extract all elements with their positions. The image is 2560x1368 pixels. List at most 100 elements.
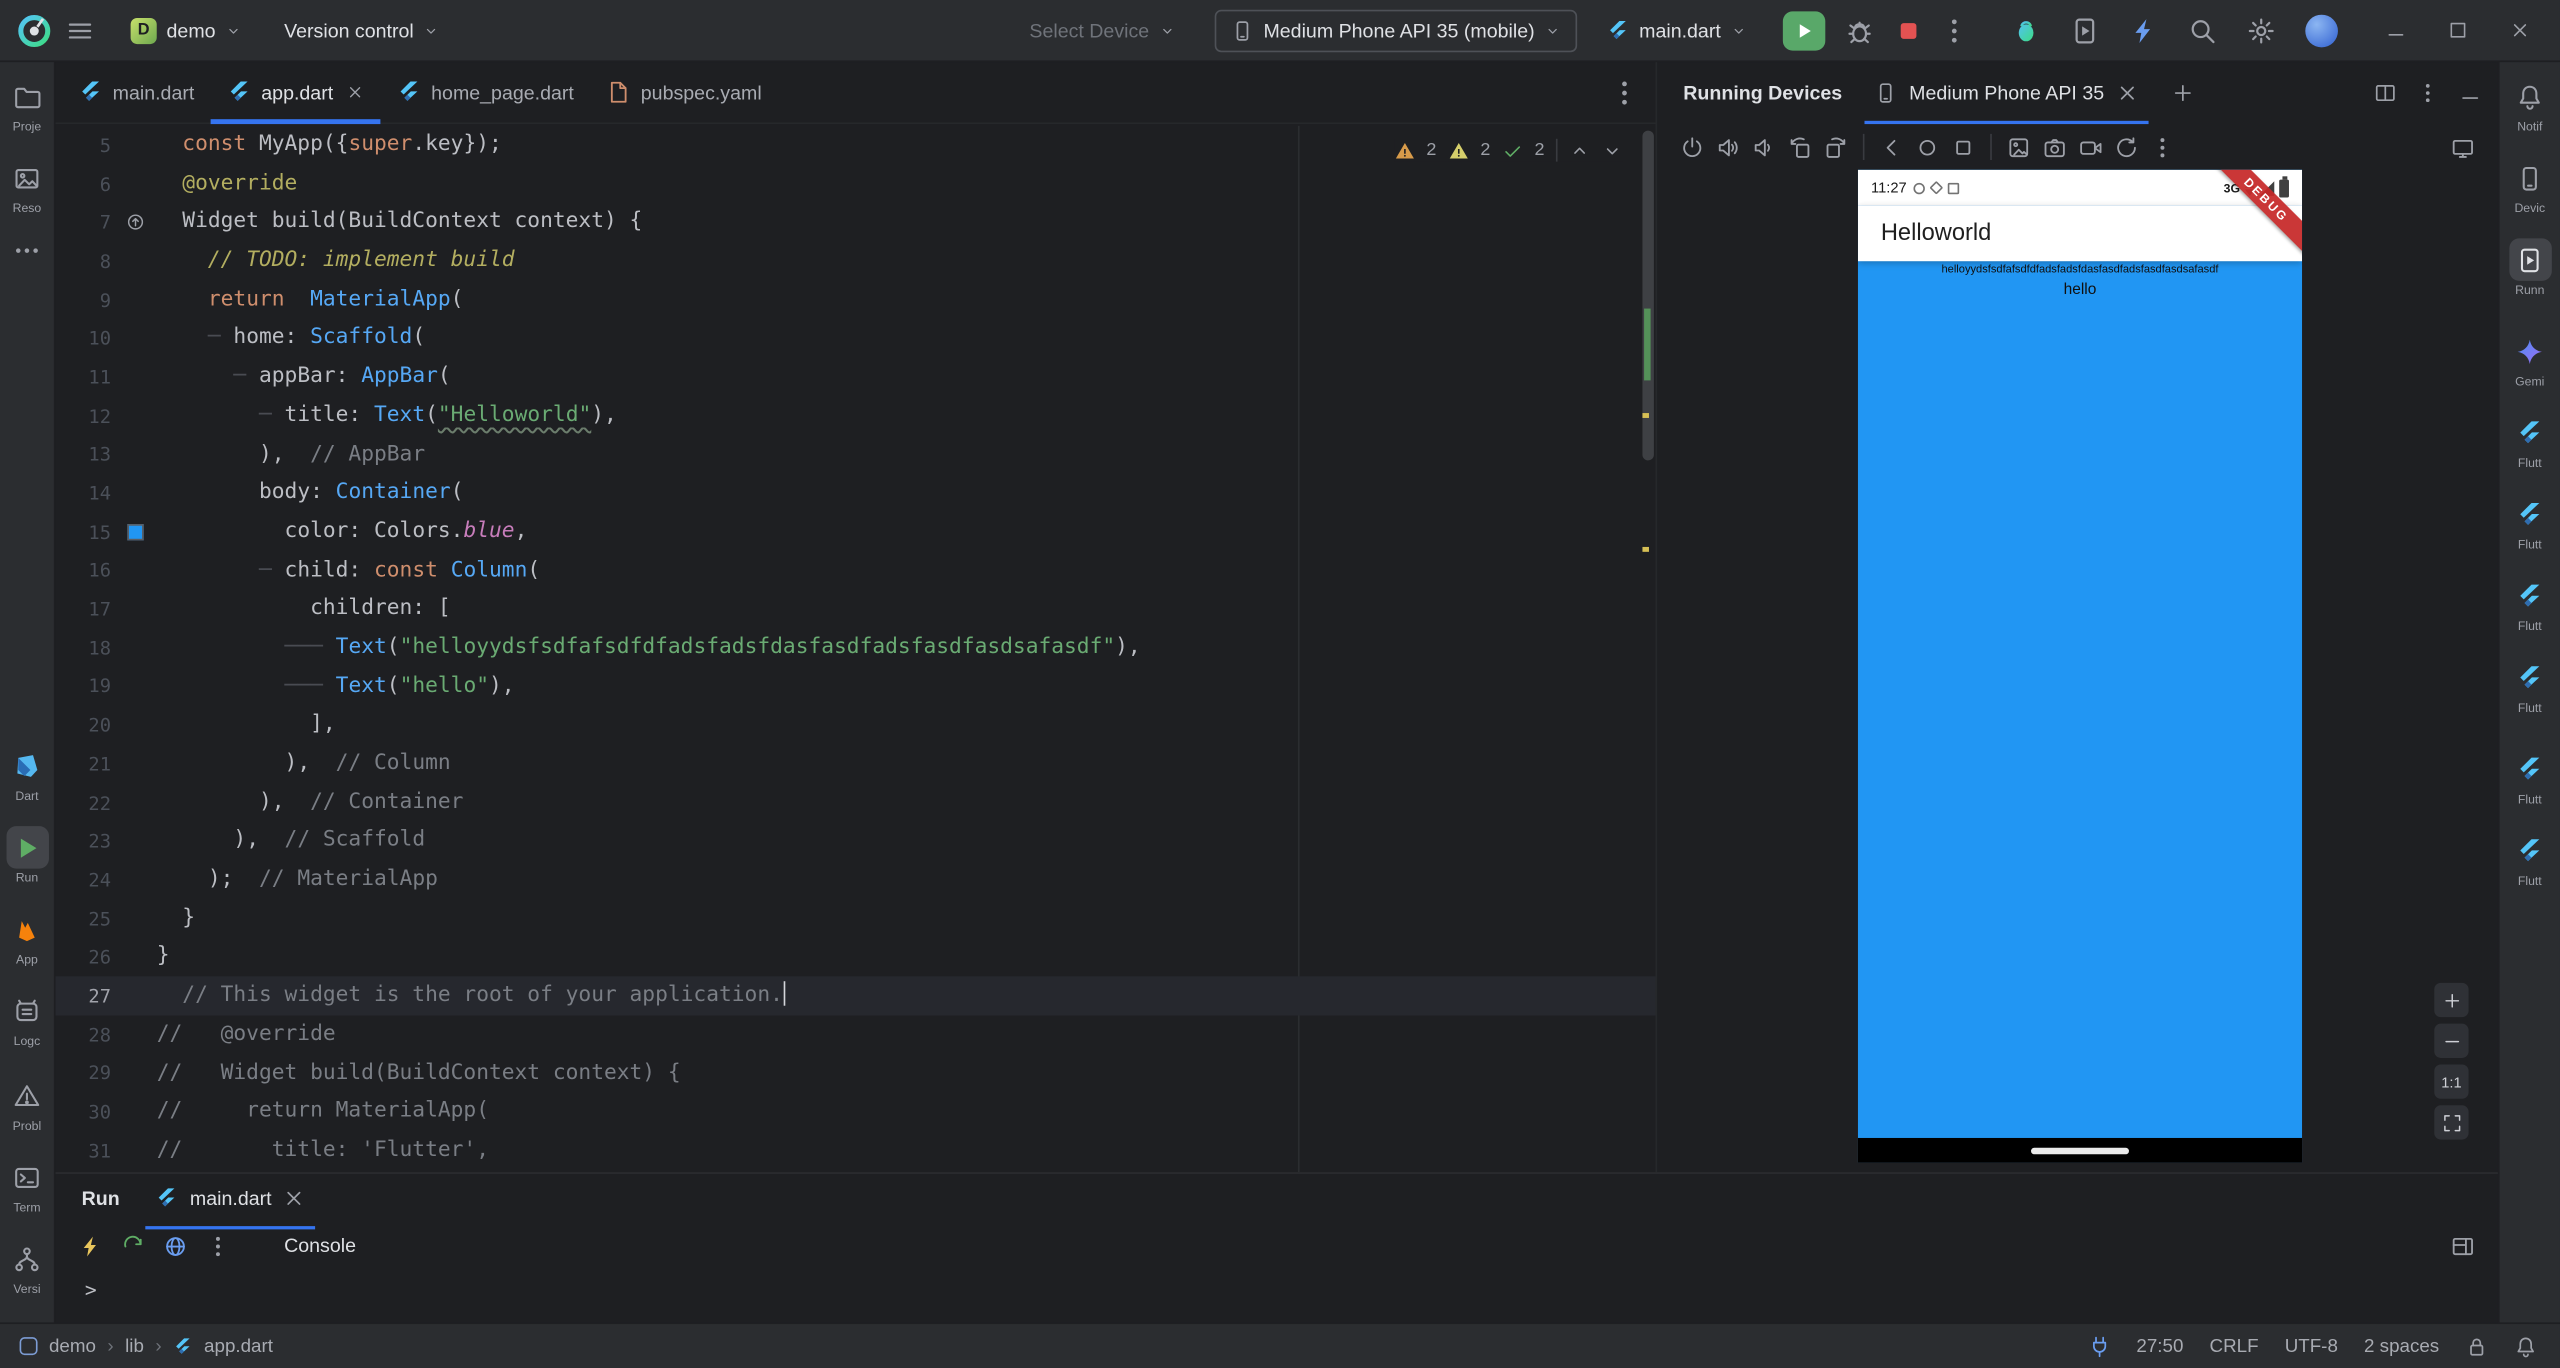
crumb-lib[interactable]: lib — [125, 1336, 144, 1356]
tool-stripe-logcat[interactable]: Logc — [0, 989, 54, 1048]
code-line[interactable]: 17 children: [ — [56, 590, 1656, 629]
tab-main-dart[interactable]: main.dart — [62, 61, 211, 123]
line-number[interactable]: 21 — [56, 752, 115, 775]
file-encoding[interactable]: UTF-8 — [2285, 1336, 2338, 1356]
phone-nav-bar[interactable] — [1858, 1138, 2302, 1162]
tool-stripe-gemini[interactable]: Gemi — [2500, 330, 2560, 389]
add-device-icon[interactable] — [2171, 82, 2194, 105]
console-more-icon[interactable] — [206, 1233, 230, 1257]
prev-problem-icon[interactable] — [1569, 140, 1590, 161]
inspection-widget[interactable]: 2 2 2 — [1394, 139, 1623, 162]
rotate-left-icon[interactable] — [1784, 131, 1815, 162]
line-number[interactable]: 18 — [56, 636, 115, 659]
code-line[interactable]: 14 body: Container( — [56, 474, 1656, 513]
code-line[interactable]: 26} — [56, 938, 1656, 977]
line-number[interactable]: 10 — [56, 327, 115, 350]
line-number[interactable]: 11 — [56, 366, 115, 389]
search-icon[interactable] — [2188, 16, 2217, 45]
code-line[interactable]: 11 ─ appBar: AppBar( — [56, 358, 1656, 397]
crumb-file[interactable]: app.dart — [204, 1336, 273, 1356]
line-number[interactable]: 22 — [56, 791, 115, 814]
tool-stripe-flutter-inspector[interactable]: Flutt — [2500, 493, 2560, 552]
line-number[interactable]: 14 — [56, 482, 115, 505]
close-tab-icon[interactable] — [346, 83, 364, 101]
code-line[interactable]: 28// @override — [56, 1015, 1656, 1054]
code-line[interactable]: 12 ─ title: Text("Helloworld"), — [56, 396, 1656, 435]
gutter[interactable] — [114, 213, 156, 233]
code-line[interactable]: 22 ), // Container — [56, 783, 1656, 822]
tab-home-page-dart[interactable]: home_page.dart — [381, 61, 591, 123]
tool-stripe-version-control[interactable]: Versi — [0, 1238, 54, 1297]
rotate-right-icon[interactable] — [1820, 131, 1851, 162]
lock-icon[interactable] — [2465, 1335, 2488, 1358]
line-number[interactable]: 12 — [56, 404, 115, 427]
line-number[interactable]: 25 — [56, 907, 115, 930]
tab-pubspec-yaml[interactable]: pubspec.yaml — [590, 61, 778, 123]
settings-gear-icon[interactable] — [2247, 16, 2276, 45]
code-line[interactable]: 13 ), // AppBar — [56, 435, 1656, 474]
hot-reload-icon[interactable] — [78, 1233, 102, 1257]
select-device-dropdown[interactable]: Select Device — [1020, 9, 1186, 51]
code-line[interactable]: 29// Widget build(BuildContext context) … — [56, 1054, 1656, 1093]
code-line[interactable]: 16 ─ child: const Column( — [56, 551, 1656, 590]
code-line[interactable]: 6 @override — [56, 164, 1656, 203]
tool-stripe-device-manager[interactable]: Devic — [2500, 157, 2560, 216]
line-number[interactable]: 16 — [56, 559, 115, 582]
tool-stripe-problems[interactable]: Probl — [0, 1074, 54, 1133]
code-line[interactable]: 24 ); // MaterialApp — [56, 861, 1656, 900]
tool-stripe-resource-manager[interactable]: Reso — [0, 157, 54, 216]
line-number[interactable]: 30 — [56, 1100, 115, 1123]
zoom-reset-button[interactable]: 1:1 — [2434, 1064, 2468, 1098]
code-line[interactable]: 18 ─── Text("helloyydsfsdfafsdfdfadsfads… — [56, 628, 1656, 667]
tool-stripe-project[interactable]: Proje — [0, 75, 54, 134]
tool-stripe-flutter-coverage[interactable]: Flutt — [2500, 829, 2560, 888]
tool-stripe-dart-analysis[interactable]: Dart — [0, 744, 54, 803]
tool-stripe-running-devices[interactable]: Runn — [2500, 238, 2560, 297]
line-number[interactable]: 15 — [56, 520, 115, 543]
overview-icon[interactable] — [1948, 131, 1979, 162]
editor-scrollbar[interactable] — [1642, 131, 1653, 461]
device-settings-icon[interactable] — [2147, 131, 2178, 162]
tool-stripe-notifications[interactable]: Notif — [2500, 75, 2560, 134]
profiler-icon[interactable] — [2129, 16, 2158, 45]
line-number[interactable]: 8 — [56, 250, 115, 273]
line-number[interactable]: 28 — [56, 1023, 115, 1046]
run-tab-main-dart[interactable]: main.dart — [146, 1167, 316, 1229]
code-line[interactable]: 31// title: 'Flutter', — [56, 1131, 1656, 1170]
minimize-button[interactable] — [2371, 0, 2420, 61]
code-editor[interactable]: 5 const MyApp({super.key});6 @override7 … — [56, 126, 1656, 1173]
zoom-out-button[interactable] — [2434, 1024, 2468, 1058]
line-number[interactable]: 31 — [56, 1139, 115, 1162]
screenshot-icon[interactable] — [2003, 131, 2034, 162]
code-line[interactable]: 20 ], — [56, 706, 1656, 745]
code-line[interactable]: 8 // TODO: implement build — [56, 242, 1656, 281]
open-devtools-icon[interactable] — [163, 1233, 187, 1257]
code-line[interactable]: 19 ─── Text("hello"), — [56, 667, 1656, 706]
split-view-icon[interactable] — [2374, 82, 2397, 105]
close-tab-icon[interactable] — [2116, 82, 2139, 105]
device-screen[interactable]: 11:27 3G DEBUG Helloworld hell — [1858, 170, 2302, 1163]
close-tab-icon[interactable] — [283, 1187, 306, 1210]
run-button[interactable] — [1783, 11, 1825, 50]
code-line[interactable]: 15 color: Colors.blue, — [56, 512, 1656, 551]
next-problem-icon[interactable] — [1602, 140, 1623, 161]
zoom-in-button[interactable] — [2434, 983, 2468, 1017]
power-icon[interactable] — [1677, 131, 1708, 162]
line-number[interactable]: 5 — [56, 134, 115, 157]
line-ending[interactable]: CRLF — [2210, 1336, 2259, 1356]
console-output[interactable]: > — [56, 1269, 2498, 1321]
user-avatar[interactable] — [2305, 14, 2338, 47]
device-dropdown[interactable]: Medium Phone API 35 (mobile) — [1214, 9, 1577, 51]
code-line[interactable]: 25 } — [56, 899, 1656, 938]
snapshot-icon[interactable] — [2111, 131, 2142, 162]
back-icon[interactable] — [1876, 131, 1907, 162]
code-line[interactable]: 27 // This widget is the root of your ap… — [56, 977, 1656, 1016]
indent-setting[interactable]: 2 spaces — [2364, 1336, 2439, 1356]
line-number[interactable]: 17 — [56, 598, 115, 621]
crumb-project[interactable]: demo — [49, 1336, 96, 1356]
dart-analysis-server-icon[interactable] — [2087, 1335, 2110, 1358]
console-label[interactable]: Console — [284, 1234, 356, 1257]
line-number[interactable]: 27 — [56, 984, 115, 1007]
line-number[interactable]: 9 — [56, 288, 115, 311]
tool-stripe-run[interactable]: Run — [0, 826, 54, 885]
